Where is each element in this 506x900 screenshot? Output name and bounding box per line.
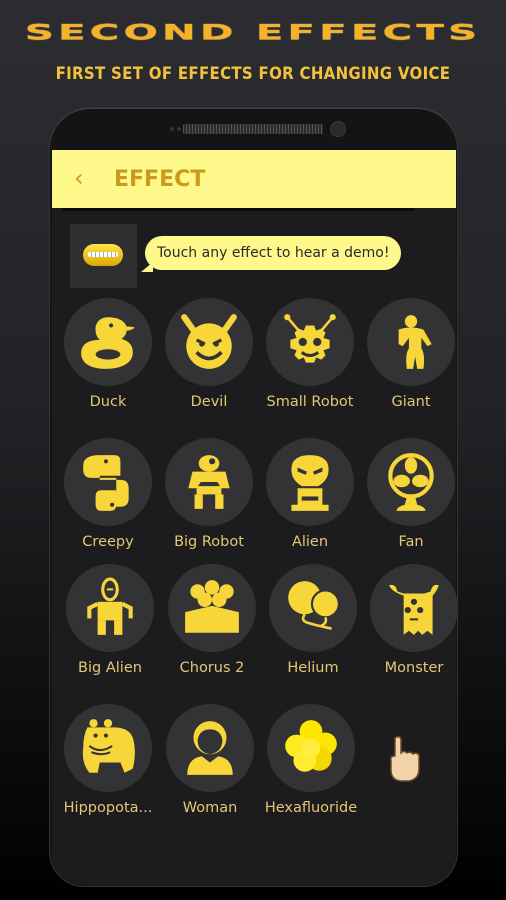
big-robot-icon: [188, 455, 230, 509]
effect-label: Giant: [391, 394, 431, 410]
effect-label: Duck: [89, 394, 127, 410]
sensor: [170, 127, 174, 131]
app-screen: ‹ EFFECT Touch any effect to hear a demo…: [52, 150, 457, 886]
effect-label: Monster: [384, 660, 444, 676]
effect-giant[interactable]: Giant: [361, 298, 457, 410]
effect-monster[interactable]: Monster: [364, 564, 457, 676]
effect-creepy[interactable]: Creepy: [58, 438, 158, 550]
effect-devil[interactable]: Devil: [159, 298, 259, 410]
chorus-icon: [185, 580, 239, 633]
effect-label: Woman: [182, 800, 238, 816]
phone-frame: ‹ EFFECT Touch any effect to hear a demo…: [50, 108, 457, 886]
big-alien-icon: [87, 577, 133, 635]
effect-label: Alien: [291, 534, 329, 550]
duck-icon: [81, 317, 135, 369]
promo-subtitle: FIRST SET OF EFFECTS FOR CHANGING VOICE: [55, 62, 451, 84]
back-button[interactable]: ‹: [74, 164, 84, 192]
hippo-icon: [82, 719, 135, 773]
effect-hippopotamus[interactable]: Hippopota...: [58, 704, 158, 816]
balloons-icon: [288, 581, 340, 630]
promo-title: SECOND EFFECTS: [24, 20, 482, 46]
effect-big-robot[interactable]: Big Robot: [159, 438, 259, 550]
fan-icon: [388, 453, 434, 511]
app-bar: ‹ EFFECT: [52, 150, 456, 208]
page-title: EFFECT: [114, 167, 206, 192]
speaker-grille: [183, 124, 323, 134]
divider: [62, 208, 414, 211]
effect-hexafluoride[interactable]: Hexafluoride: [261, 704, 361, 816]
effect-label: Big Robot: [174, 534, 244, 550]
effect-alien[interactable]: Alien: [260, 438, 360, 550]
mouth-icon: [83, 244, 123, 266]
molecule-icon: [285, 720, 337, 772]
avatar: [70, 224, 137, 288]
effect-woman[interactable]: Woman: [160, 704, 260, 816]
hint-bubble: Touch any effect to hear a demo!: [140, 236, 402, 272]
small-robot-icon: [284, 314, 336, 363]
snake-icon: [83, 455, 129, 511]
giant-icon: [398, 315, 432, 369]
devil-icon: [181, 314, 237, 369]
effect-label: Hexafluoride: [264, 800, 358, 816]
woman-icon: [187, 721, 233, 775]
sensor: [177, 127, 181, 131]
effect-label: Devil: [190, 394, 228, 410]
alien-icon: [291, 455, 329, 511]
chevron-left-icon: ‹: [74, 164, 84, 192]
effect-label: Creepy: [82, 534, 134, 550]
effect-label: Hippopota...: [63, 800, 153, 816]
effect-small-robot[interactable]: Small Robot: [260, 298, 360, 410]
effect-big-alien[interactable]: Big Alien: [60, 564, 160, 676]
effect-label: Chorus 2: [179, 660, 245, 676]
front-camera: [330, 121, 346, 137]
effect-chorus-2[interactable]: Chorus 2: [162, 564, 262, 676]
effect-label: Small Robot: [266, 394, 354, 410]
effect-helium[interactable]: Helium: [263, 564, 363, 676]
effect-duck[interactable]: Duck: [58, 298, 158, 410]
monster-icon: [389, 584, 439, 635]
effect-fan[interactable]: Fan: [361, 438, 457, 550]
pointing-hand-icon: [390, 735, 420, 782]
effect-label: Helium: [287, 660, 339, 676]
effect-label: Fan: [398, 534, 424, 550]
effect-label: Big Alien: [78, 660, 142, 676]
